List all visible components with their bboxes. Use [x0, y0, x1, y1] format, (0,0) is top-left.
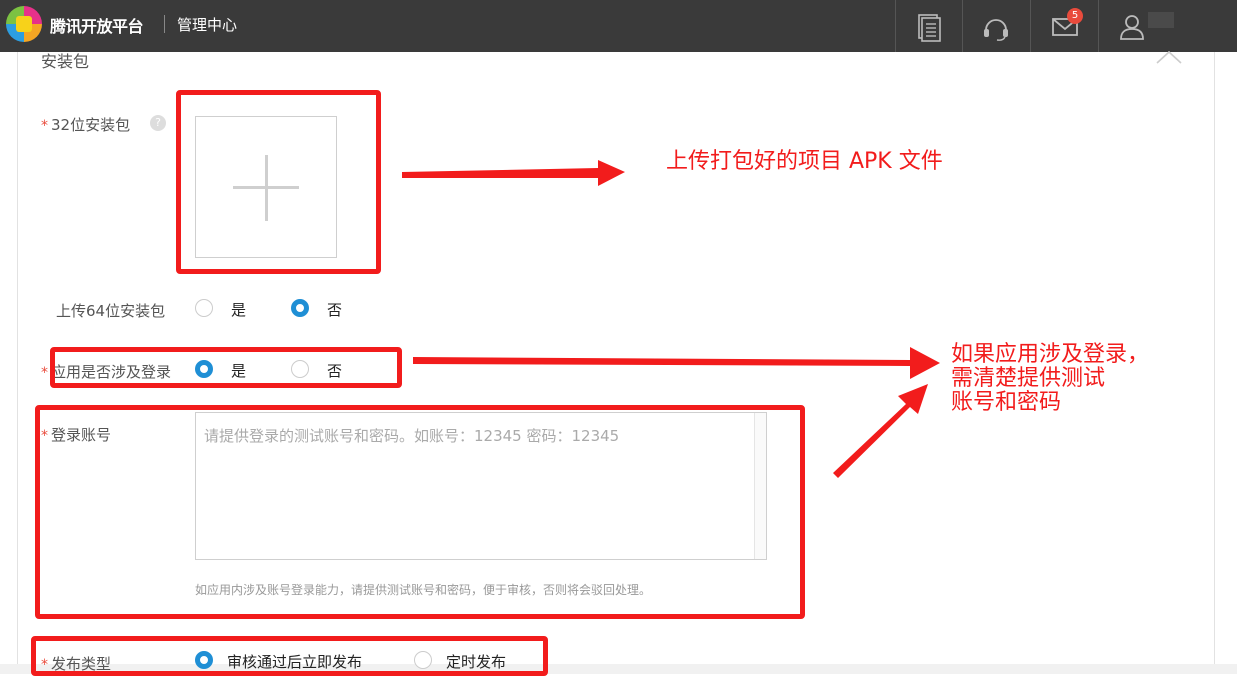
- login-note-line: 如果应用涉及登录，: [951, 342, 1150, 367]
- arrow-from-account-box: [833, 384, 928, 478]
- arrow-to-login-note: [413, 347, 940, 379]
- login-note-line: 需清楚提供测试: [951, 366, 1106, 391]
- annotation-arrows: [402, 160, 940, 478]
- arrow-to-upload-note: [402, 160, 625, 186]
- login-note: 如果应用涉及登录， 需清楚提供测试 账号和密码: [951, 343, 1149, 415]
- login-note-line: 账号和密码: [951, 390, 1062, 415]
- upload-note: 上传打包好的项目 APK 文件: [666, 149, 943, 174]
